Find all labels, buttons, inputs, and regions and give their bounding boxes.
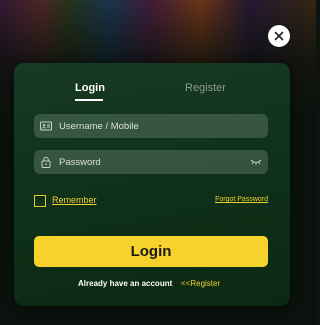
forgot-password-link[interactable]: Forgot Password <box>215 196 268 203</box>
login-button[interactable]: Login <box>34 236 268 267</box>
password-input[interactable] <box>59 150 239 174</box>
lock-icon <box>41 156 51 168</box>
login-modal: Login Register Remember Forgot Password … <box>14 63 290 306</box>
password-field <box>34 150 268 174</box>
remember-label[interactable]: Remember <box>52 195 97 205</box>
close-button[interactable] <box>268 25 290 47</box>
tab-register[interactable]: Register <box>185 82 226 94</box>
active-tab-indicator <box>75 99 103 101</box>
eye-closed-icon[interactable] <box>250 157 262 167</box>
register-link[interactable]: <<Register <box>181 279 220 288</box>
footer-text: Already have an account <box>78 279 173 288</box>
close-icon <box>274 31 284 41</box>
tab-login[interactable]: Login <box>75 82 105 94</box>
username-input[interactable] <box>59 114 239 138</box>
remember-checkbox[interactable] <box>34 195 46 207</box>
username-field <box>34 114 268 138</box>
id-card-icon <box>40 121 52 131</box>
